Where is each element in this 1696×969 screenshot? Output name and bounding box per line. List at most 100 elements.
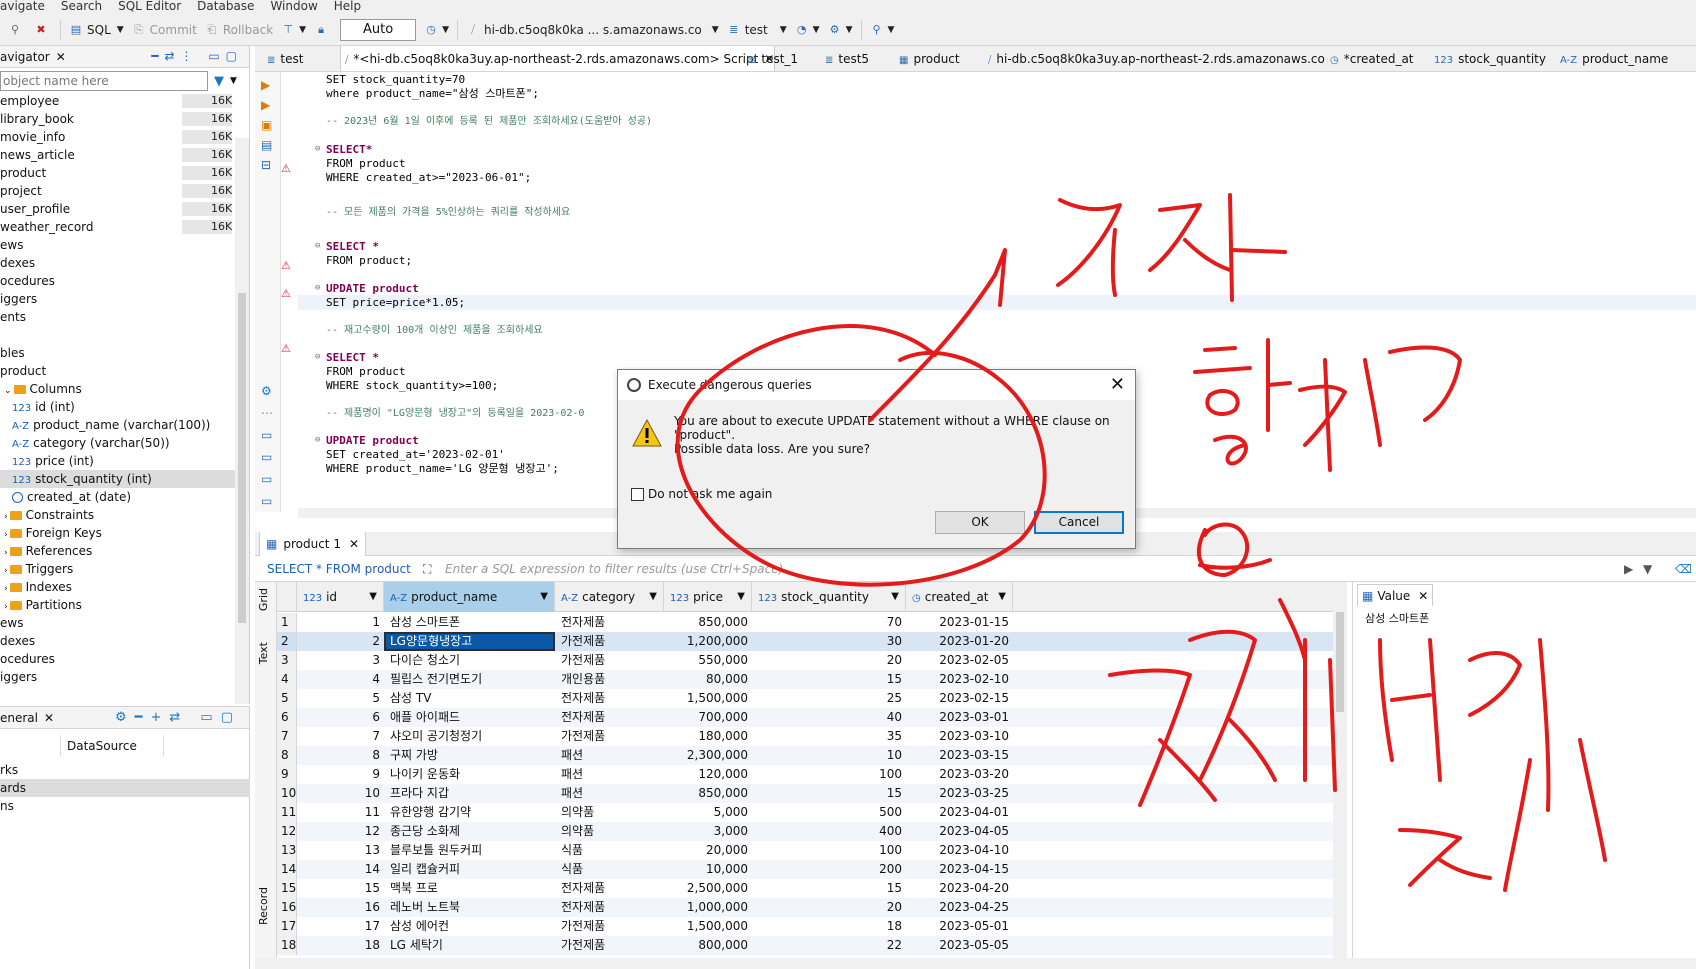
cell-created-at[interactable]: 2023-03-25 [906, 784, 1013, 803]
table-row[interactable]: 1 1 삼성 스마트폰 전자제품 850,000 70 2023-01-15 [277, 613, 1342, 632]
cell-id[interactable]: 8 [297, 746, 384, 765]
sort-icon[interactable]: ▼ [998, 582, 1006, 612]
scroll-thumb[interactable] [238, 293, 246, 623]
expand-icon[interactable]: › [4, 602, 8, 612]
cell-stock-quantity[interactable]: 20 [752, 651, 906, 670]
cell-id[interactable]: 14 [297, 860, 384, 879]
cell-id[interactable]: 13 [297, 841, 384, 860]
sort-icon[interactable]: ▼ [369, 582, 377, 612]
schema-selector[interactable]: ≣ test ▼ [727, 23, 787, 37]
column-header[interactable]: ◷ created_at ▼ [906, 582, 1013, 612]
cell-category[interactable]: 패션 [555, 746, 664, 765]
format-icon[interactable]: ▤ [261, 138, 272, 152]
column-node[interactable]: A-Z product_name (varchar(100)) [0, 416, 249, 434]
text-view-tab[interactable]: Text [257, 642, 270, 664]
cell-category[interactable]: 개인용품 [555, 670, 664, 689]
menu-item[interactable]: avigate [0, 0, 45, 13]
close-icon[interactable]: ✕ [1418, 589, 1428, 603]
editor-tab[interactable]: A-Z product_name [1556, 46, 1668, 71]
grid-scrollbar[interactable] [1333, 582, 1347, 958]
column-header[interactable]: 123 price ▼ [664, 582, 752, 612]
folder-node[interactable]: ews [0, 236, 249, 254]
cell-stock-quantity[interactable]: 15 [752, 670, 906, 689]
cell-category[interactable]: 전자제품 [555, 689, 664, 708]
close-icon[interactable]: ✕ [1110, 373, 1125, 397]
tab-product-1[interactable]: ▦ product 1 ✕ [259, 532, 367, 556]
cell-id[interactable]: 4 [297, 670, 384, 689]
erase-icon[interactable]: ⌫ [1675, 556, 1692, 582]
dashboard-button[interactable]: ◔ ▼ [795, 23, 820, 37]
search-button[interactable]: ⚲ ▼ [870, 23, 894, 37]
fold-icon[interactable]: ⊖ [315, 241, 320, 251]
table-node[interactable]: employee 16K [0, 92, 249, 110]
editor-tab[interactable]: ⧸ *<hi-db.c5oq8k0ka3uy.ap-northeast-2.rds… [340, 46, 776, 71]
menu-item[interactable]: Search [61, 0, 102, 13]
cell-product-name[interactable]: 일리 캡슐커피 [384, 860, 555, 879]
column-header[interactable]: 123 stock_quantity ▼ [752, 582, 906, 612]
cell-category[interactable]: 전자제품 [555, 613, 664, 632]
column-header[interactable]: 123 id ▼ [297, 582, 384, 612]
cell-id[interactable]: 5 [297, 689, 384, 708]
rollback-button[interactable]: ⎗ Rollback [205, 23, 273, 37]
cell-stock-quantity[interactable]: 30 [752, 632, 906, 651]
history-button[interactable]: ◷ ▼ [424, 23, 449, 37]
checkbox[interactable] [631, 487, 644, 501]
fold-icon[interactable]: ⊖ [315, 144, 320, 154]
cell-product-name[interactable]: 다이슨 청소기 [384, 651, 555, 670]
close-icon[interactable]: ✕ [349, 537, 359, 551]
folder-node[interactable]: ocedures [0, 272, 249, 290]
general-panel-controls[interactable]: ⚙━+⇄ ▭▢ [115, 710, 241, 725]
table-row[interactable]: 17 17 삼성 에어컨 가전제품 1,500,000 18 2023-05-01 [277, 917, 1342, 936]
tool-icon[interactable]: ⚲ [8, 23, 26, 37]
sort-icon[interactable]: ▼ [649, 582, 657, 612]
subfolder-node[interactable]: › References [0, 542, 249, 560]
cell-stock-quantity[interactable]: 400 [752, 822, 906, 841]
cell-stock-quantity[interactable]: 500 [752, 803, 906, 822]
cell-category[interactable]: 의약품 [555, 803, 664, 822]
cell-price[interactable]: 2,500,000 [664, 879, 752, 898]
columns-node[interactable]: ⌄ Columns [0, 380, 249, 398]
console-icon[interactable]: ⊟ [261, 158, 271, 172]
cell-price[interactable]: 1,500,000 [664, 689, 752, 708]
general-row[interactable]: ards [0, 779, 250, 797]
table-row[interactable]: 8 8 구찌 가방 패션 2,300,000 10 2023-03-15 [277, 746, 1342, 765]
tab-datasource[interactable]: DataSource [60, 735, 164, 757]
menu-item[interactable]: Window [270, 0, 317, 13]
subfolder-node[interactable]: › Indexes [0, 578, 249, 596]
transaction-mode-button[interactable]: ⊤ ▼ [281, 23, 306, 37]
cell-created-at[interactable]: 2023-03-10 [906, 727, 1013, 746]
cell-stock-quantity[interactable]: 100 [752, 841, 906, 860]
cell-created-at[interactable]: 2023-04-15 [906, 860, 1013, 879]
table-row[interactable]: 3 3 다이슨 청소기 가전제품 550,000 20 2023-02-05 [277, 651, 1342, 670]
editor-tab[interactable]: 123 stock_quantity [1430, 46, 1546, 71]
cell-id[interactable]: 7 [297, 727, 384, 746]
cell-stock-quantity[interactable]: 15 [752, 879, 906, 898]
settings-icon[interactable]: ⚙ [261, 384, 272, 398]
general-row[interactable]: rks [0, 761, 250, 779]
cell-price[interactable]: 2,300,000 [664, 746, 752, 765]
export-icon[interactable]: ▭ [261, 472, 272, 486]
cell-category[interactable]: 식품 [555, 860, 664, 879]
cell-product-name[interactable]: 종근당 소화제 [384, 822, 555, 841]
fold-icon[interactable]: ⊖ [315, 435, 320, 445]
cell-id[interactable]: 16 [297, 898, 384, 917]
cell-created-at[interactable]: 2023-03-20 [906, 765, 1013, 784]
cell-created-at[interactable]: 2023-04-25 [906, 898, 1013, 917]
cell-price[interactable]: 120,000 [664, 765, 752, 784]
expand-icon[interactable]: ⛶ [423, 556, 431, 582]
expand-icon[interactable]: › [4, 530, 8, 540]
dont-ask-checkbox[interactable]: Do not ask me again [631, 487, 772, 501]
cell-stock-quantity[interactable]: 100 [752, 765, 906, 784]
table-row[interactable]: 16 16 레노버 노트북 전자제품 1,000,000 20 2023-04-25 [277, 898, 1342, 917]
sort-icon[interactable]: ▼ [540, 582, 548, 612]
cell-created-at[interactable]: 2023-03-15 [906, 746, 1013, 765]
editor-tab[interactable]: ≣ test [263, 46, 303, 71]
record-view-tab[interactable]: Record [257, 887, 270, 925]
cell-price[interactable]: 1,200,000 [664, 632, 752, 651]
menu-item[interactable]: SQL Editor [118, 0, 181, 13]
cancel-button[interactable]: Cancel [1034, 511, 1124, 534]
subfolder-node[interactable]: › Partitions [0, 596, 249, 614]
cell-product-name[interactable]: 애플 아이패드 [384, 708, 555, 727]
cell-product-name[interactable]: 프라다 지갑 [384, 784, 555, 803]
cell-product-name[interactable]: 나이키 운동화 [384, 765, 555, 784]
